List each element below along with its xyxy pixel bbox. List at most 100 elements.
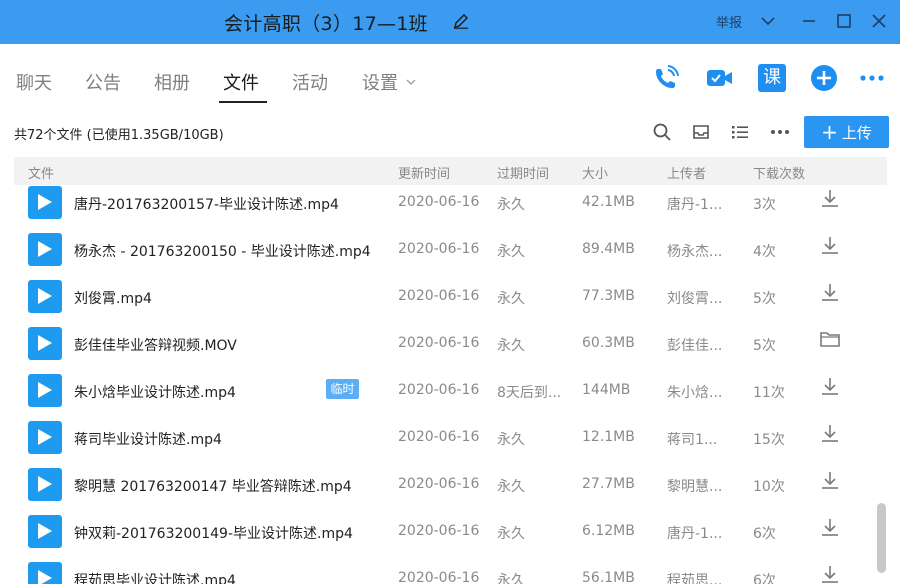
tab-files[interactable]: 文件	[223, 69, 259, 95]
download-count: 5次	[753, 338, 776, 354]
column-header-uploader[interactable]: 上传者	[667, 163, 706, 182]
maximize-icon[interactable]	[833, 10, 855, 32]
file-name[interactable]: 杨永杰 - 201763200150 - 毕业设计陈述.mp4	[74, 241, 371, 261]
video-file-icon	[28, 327, 62, 360]
file-size: 6.12MB	[582, 523, 635, 539]
plus-icon: +	[821, 120, 838, 144]
upload-button[interactable]: + 上传	[804, 116, 889, 148]
inbox-icon[interactable]	[691, 122, 711, 142]
download-count: 15次	[753, 432, 785, 448]
file-name[interactable]: 钟双莉-201763200149-毕业设计陈述.mp4	[74, 523, 353, 543]
download-icon[interactable]	[819, 469, 841, 491]
download-icon[interactable]	[819, 375, 841, 397]
file-size: 12.1MB	[582, 429, 635, 445]
title-bar: 会计高职（3）17—1班 举报	[0, 0, 900, 44]
video-file-icon	[28, 280, 62, 313]
updated-date: 2020-06-16	[398, 570, 480, 584]
column-header-expires[interactable]: 过期时间	[497, 163, 549, 182]
expiry: 永久	[497, 338, 525, 354]
close-icon[interactable]	[868, 10, 890, 32]
table-row[interactable]: 唐丹-201763200157-毕业设计陈述.mp4 2020-06-16 永久…	[14, 185, 874, 230]
column-header-downloads[interactable]: 下载次数	[753, 163, 805, 182]
updated-date: 2020-06-16	[398, 288, 480, 304]
uploader: 彭佳佳...	[667, 338, 723, 354]
updated-date: 2020-06-16	[398, 194, 480, 210]
file-name[interactable]: 朱小焓毕业设计陈述.mp4	[74, 382, 236, 402]
download-count: 10次	[753, 479, 785, 495]
download-icon[interactable]	[819, 281, 841, 303]
temporary-badge: 临时	[326, 379, 359, 399]
upload-label: 上传	[841, 123, 872, 142]
uploader: 黎明慧...	[667, 479, 723, 495]
file-size: 27.7MB	[582, 476, 635, 492]
more-icon[interactable]	[858, 64, 886, 92]
active-tab-indicator	[219, 101, 267, 103]
updated-date: 2020-06-16	[398, 429, 480, 445]
window-title: 会计高职（3）17—1班	[224, 13, 428, 35]
expiry: 永久	[497, 573, 525, 584]
file-size: 60.3MB	[582, 335, 635, 351]
scrollbar-thumb[interactable]	[877, 503, 886, 573]
download-icon[interactable]	[819, 516, 841, 538]
edit-icon[interactable]	[453, 13, 469, 29]
tab-chat[interactable]: 聊天	[16, 69, 52, 95]
uploader: 唐丹-1...	[667, 526, 723, 542]
more-icon[interactable]	[770, 122, 790, 142]
file-size: 77.3MB	[582, 288, 635, 304]
add-icon[interactable]	[810, 64, 838, 92]
download-count: 11次	[753, 385, 785, 401]
chevron-down-icon[interactable]	[757, 10, 779, 32]
lesson-icon[interactable]: 课	[758, 64, 786, 92]
search-icon[interactable]	[652, 122, 672, 142]
updated-date: 2020-06-16	[398, 335, 480, 351]
file-toolbar: 共72个文件 (已使用1.35GB/10GB) + 上传	[0, 114, 900, 156]
uploader: 杨永杰...	[667, 244, 723, 260]
video-file-icon	[28, 186, 62, 219]
video-call-icon[interactable]	[705, 64, 733, 92]
tab-activities[interactable]: 活动	[292, 69, 328, 95]
download-icon[interactable]	[819, 187, 841, 209]
video-file-icon	[28, 562, 62, 584]
download-count: 6次	[753, 526, 776, 542]
tab-album[interactable]: 相册	[154, 69, 190, 95]
tab-settings[interactable]: 设置	[362, 69, 398, 95]
download-count: 4次	[753, 244, 776, 260]
download-icon[interactable]	[819, 563, 841, 584]
column-header-file[interactable]: 文件	[28, 163, 54, 182]
expiry: 8天后到...	[497, 385, 562, 401]
table-row[interactable]: 彭佳佳毕业答辩视频.MOV 2020-06-16 永久 60.3MB 彭佳佳..…	[14, 324, 874, 371]
file-name[interactable]: 蒋司毕业设计陈述.mp4	[74, 429, 222, 449]
column-header-size[interactable]: 大小	[582, 163, 608, 182]
column-header-updated[interactable]: 更新时间	[398, 163, 450, 182]
table-row[interactable]: 朱小焓毕业设计陈述.mp4 临时 2020-06-16 8天后到... 144M…	[14, 371, 874, 418]
file-size: 42.1MB	[582, 194, 635, 210]
table-row[interactable]: 程茹思毕业设计陈述.mp4 2020-06-16 永久 56.1MB 程茹思..…	[14, 559, 874, 584]
table-row[interactable]: 黎明慧 201763200147 毕业答辩陈述.mp4 2020-06-16 永…	[14, 465, 874, 512]
list-view-icon[interactable]	[730, 122, 750, 142]
expiry: 永久	[497, 432, 525, 448]
download-count: 5次	[753, 291, 776, 307]
storage-summary: 共72个文件 (已使用1.35GB/10GB)	[14, 128, 224, 143]
folder-icon[interactable]	[819, 328, 841, 350]
table-row[interactable]: 刘俊霄.mp4 2020-06-16 永久 77.3MB 刘俊霄... 5次	[14, 277, 874, 324]
table-row[interactable]: 杨永杰 - 201763200150 - 毕业设计陈述.mp4 2020-06-…	[14, 230, 874, 277]
expiry: 永久	[497, 291, 525, 307]
download-icon[interactable]	[819, 422, 841, 444]
phone-icon[interactable]	[652, 64, 680, 92]
file-name[interactable]: 黎明慧 201763200147 毕业答辩陈述.mp4	[74, 476, 352, 496]
file-name[interactable]: 程茹思毕业设计陈述.mp4	[74, 570, 236, 584]
report-link[interactable]: 举报	[716, 12, 742, 31]
expiry: 永久	[497, 526, 525, 542]
tab-announcements[interactable]: 公告	[85, 69, 121, 95]
file-name[interactable]: 刘俊霄.mp4	[74, 288, 152, 308]
minimize-icon[interactable]	[798, 10, 820, 32]
tab-bar: 聊天 公告 相册 文件 活动 设置 课	[0, 44, 900, 114]
file-name[interactable]: 唐丹-201763200157-毕业设计陈述.mp4	[74, 194, 339, 214]
download-icon[interactable]	[819, 234, 841, 256]
table-row[interactable]: 蒋司毕业设计陈述.mp4 2020-06-16 永久 12.1MB 蒋司1...…	[14, 418, 874, 465]
chevron-down-icon[interactable]	[405, 76, 417, 88]
file-size: 89.4MB	[582, 241, 635, 257]
file-name[interactable]: 彭佳佳毕业答辩视频.MOV	[74, 335, 237, 355]
video-file-icon	[28, 515, 62, 548]
table-row[interactable]: 钟双莉-201763200149-毕业设计陈述.mp4 2020-06-16 永…	[14, 512, 874, 559]
